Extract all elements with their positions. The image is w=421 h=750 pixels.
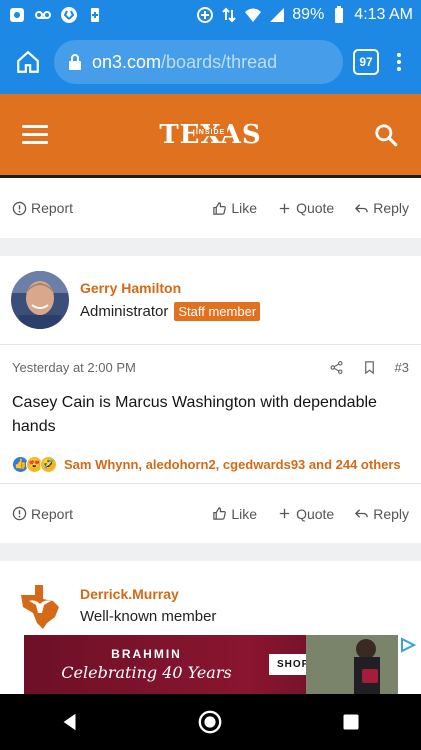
menu-icon[interactable] [22, 125, 48, 144]
avatar[interactable] [11, 576, 69, 635]
status-bar: 89% 4:13 AM [0, 0, 421, 30]
report-button[interactable]: Report [12, 200, 73, 216]
quote-button[interactable]: Quote [277, 506, 334, 522]
recents-button[interactable] [336, 707, 366, 737]
quote-button[interactable]: Quote [277, 200, 334, 216]
report-label: Report [31, 505, 74, 522]
plus-icon [279, 203, 290, 213]
post-timestamp[interactable]: Yesterday at 2:00 PM [12, 360, 136, 375]
post-number-link[interactable]: #3 [395, 360, 409, 375]
like-label: Like [231, 200, 258, 216]
signal-icon [268, 6, 286, 24]
lock-icon [69, 54, 81, 70]
recents-square-icon [343, 714, 359, 730]
reactions-list[interactable]: Sam Whynn, aledohorn2, cgedwards93 and 2… [64, 457, 401, 472]
advertisement[interactable]: BRAHMIN Celebrating 40 Years SHOP NOW [0, 635, 421, 694]
url-host: on3.com [92, 51, 162, 72]
tab-switcher-button[interactable]: 97 [353, 49, 379, 75]
quote-label: Quote [296, 200, 335, 216]
home-button[interactable] [12, 46, 44, 78]
system-nav-bar [0, 694, 421, 750]
voicemail-icon [34, 6, 52, 24]
post-3: Gerry Hamilton Administrator Staff membe… [0, 256, 421, 543]
battery-icon [330, 6, 348, 24]
ad-brand: BRAHMIN [111, 647, 182, 661]
thumbs-up-icon [213, 507, 227, 520]
author-role: Well-known member [80, 608, 217, 625]
post-4: Derrick.Murray Well-known member [0, 561, 421, 635]
staff-badge: Staff member [174, 301, 261, 321]
post-author-block: Gerry Hamilton Administrator Staff membe… [0, 256, 421, 345]
reply-button[interactable]: Reply [354, 506, 409, 522]
notification-icon [8, 6, 26, 24]
reply-label: Reply [373, 200, 409, 216]
search-icon[interactable] [373, 122, 399, 148]
report-button[interactable]: Report [12, 506, 73, 522]
author-name-link[interactable]: Derrick.Murray [80, 586, 216, 602]
alert-circle-icon [12, 201, 27, 215]
ad-image [306, 635, 398, 694]
like-button[interactable]: Like [212, 506, 257, 522]
reactions-bar[interactable]: 👍 😍 🤣 Sam Whynn, aledohorn2, cgedwards93… [0, 445, 421, 483]
post-actions: Report Like Quote Reply [0, 483, 421, 543]
browser-menu-button[interactable] [389, 53, 409, 71]
back-button[interactable] [55, 707, 85, 737]
shazam-icon [60, 6, 78, 24]
post-body: Casey Cain is Marcus Washington with dep… [12, 394, 377, 435]
logo-subtext: INSIDE [193, 128, 228, 136]
reply-button[interactable]: Reply [354, 200, 409, 216]
ad-tagline: Celebrating 40 Years [61, 663, 232, 682]
home-icon [17, 50, 39, 73]
thread-content: Report Like Quote Reply Gerry Hamilton A… [0, 178, 421, 635]
alert-circle-icon [12, 506, 27, 521]
author-role: Administrator [80, 302, 169, 320]
data-saver-icon [196, 6, 214, 24]
battery-percent: 89% [292, 6, 325, 23]
home-nav-button[interactable] [195, 707, 225, 737]
url-path: /boards/thread [161, 51, 278, 72]
reaction-icons: 👍 😍 🤣 [12, 455, 57, 473]
quote-label: Quote [296, 505, 335, 522]
laugh-reaction-icon: 🤣 [40, 455, 57, 473]
share-icon [330, 360, 343, 374]
avatar[interactable] [11, 271, 69, 329]
post-meta: Yesterday at 2:00 PM #3 [0, 345, 421, 389]
url-bar[interactable]: on3.com/boards/thread [54, 40, 343, 84]
ad-choices-icon[interactable] [399, 637, 417, 653]
author-name-link[interactable]: Gerry Hamilton [80, 280, 260, 296]
post-author-block: Derrick.Murray Well-known member [0, 561, 421, 635]
like-button[interactable]: Like [212, 200, 257, 216]
previous-post-footer: Report Like Quote Reply [0, 178, 421, 238]
site-logo[interactable]: TEXAS INSIDE [48, 120, 373, 150]
reply-icon [355, 203, 368, 213]
clock: 4:13 AM [354, 6, 413, 23]
like-label: Like [231, 505, 258, 522]
reply-icon [355, 509, 368, 518]
data-transfer-icon [220, 6, 238, 24]
plus-icon [279, 508, 290, 519]
browser-toolbar: on3.com/boards/thread 97 [0, 30, 421, 94]
wifi-icon [244, 6, 262, 24]
battery-saver-icon [86, 6, 104, 24]
reply-label: Reply [373, 505, 409, 522]
thumbs-up-icon [213, 201, 227, 215]
home-circle-icon [199, 710, 222, 734]
bookmark-icon [364, 360, 374, 374]
report-label: Report [31, 200, 74, 216]
bookmark-button[interactable] [362, 360, 377, 375]
back-triangle-icon [63, 713, 76, 731]
site-header: TEXAS INSIDE [0, 94, 421, 178]
share-button[interactable] [329, 360, 344, 375]
